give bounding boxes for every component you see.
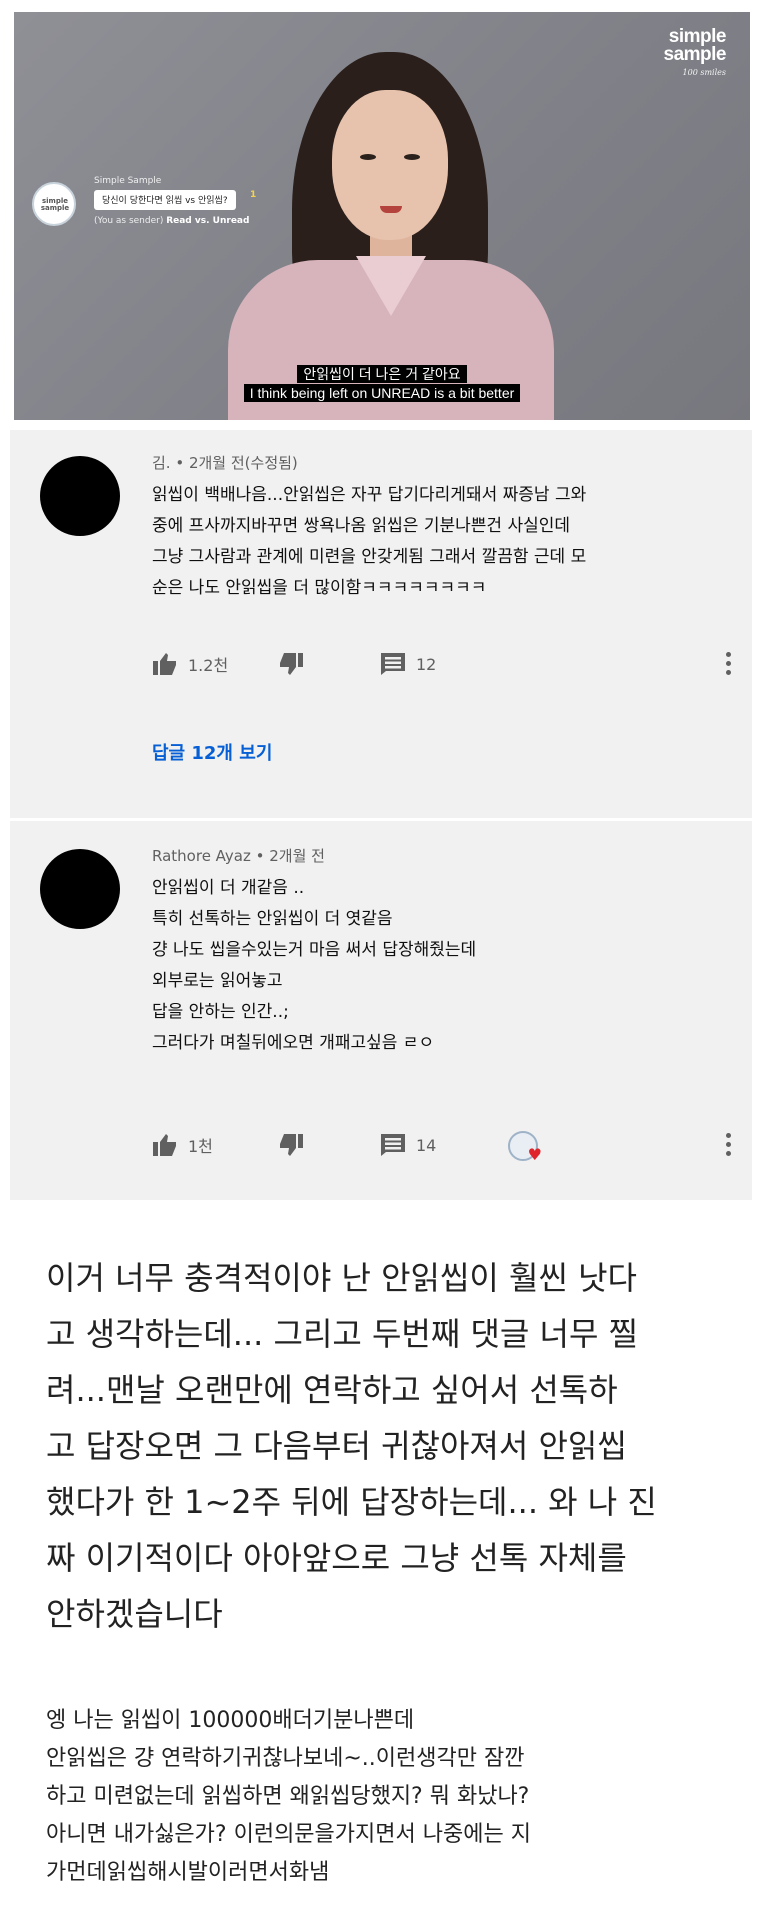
comment-line: 순은 나도 안읽씹을 더 많이함ㅋㅋㅋㅋㅋㅋㅋㅋ — [152, 578, 487, 598]
comment-body: 안읽씹이 더 개같음 .. 특히 선톡하는 안읽씹이 더 엿같음 걍 나도 씹을… — [152, 873, 742, 1059]
comment-body: 읽씹이 백배나음...안읽씹은 자꾸 답기다리게돼서 짜증남 그와 중에 프사까… — [152, 480, 742, 604]
avatar[interactable] — [40, 849, 120, 929]
like-count: 1천 — [188, 1137, 213, 1156]
more-icon[interactable] — [726, 1133, 732, 1159]
avatar[interactable] — [40, 456, 120, 536]
sub-caption-prefix: (You as sender) — [94, 216, 167, 226]
post-line: 이거 너무 충격적이야 난 안읽씹이 훨씬 낫다 — [46, 1259, 637, 1297]
view-replies-link[interactable]: 답글 12개 보기 — [152, 739, 272, 765]
post-line: 려...맨날 오랜만에 연락하고 싶어서 선톡하 — [46, 1371, 618, 1409]
post-main-text: 이거 너무 충격적이야 난 안읽씹이 훨씬 낫다 고 생각하는데... 그리고 … — [46, 1250, 736, 1642]
creator-heart-icon: ♥ — [508, 1131, 542, 1163]
like-icon — [152, 1133, 178, 1157]
comment-line: 걍 나도 씹을수있는거 마음 써서 답장해줬는데 — [152, 940, 477, 960]
reply-button[interactable]: 12 — [380, 652, 436, 676]
reply-line: 하고 미련없는데 읽씹하면 왜읽씹당했지? 뭐 화났나? — [46, 1784, 530, 1809]
channel-name: Simple Sample — [94, 176, 162, 186]
comment-line: 읽씹이 백배나음...안읽씹은 자꾸 답기다리게돼서 짜증남 그와 — [152, 485, 587, 505]
comment-line: 그냥 그사람과 관계에 미련을 안갖게됨 그래서 깔끔함 근데 모 — [152, 547, 587, 567]
post-line: 했다가 한 1~2주 뒤에 답장하는데... 와 나 진 — [46, 1483, 657, 1521]
more-icon[interactable] — [726, 652, 732, 678]
post-line: 안하겠습니다 — [46, 1595, 223, 1633]
comment-meta: Rathore Ayaz • 2개월 전 — [152, 847, 325, 865]
comment-line: 그러다가 며칠뒤에오면 개패고싶음 ㄹㅇ — [152, 1033, 435, 1053]
comment-time[interactable]: 2개월 전(수정됨) — [189, 454, 298, 472]
comment-item: Rathore Ayaz • 2개월 전 안읽씹이 더 개같음 .. 특히 선톡… — [10, 821, 752, 1200]
comment-author[interactable]: Rathore Ayaz — [152, 847, 251, 865]
comment-line: 특히 선톡하는 안읽씹이 더 엿같음 — [152, 909, 393, 929]
comment-actions: 1.2천 12 — [152, 652, 732, 682]
post-line: 짜 이기적이다 아아앞으로 그냥 선톡 자체를 — [46, 1539, 627, 1577]
brand-tagline: 100 smiles — [682, 68, 726, 77]
post-line: 고 생각하는데... 그리고 두번째 댓글 너무 찔 — [46, 1315, 639, 1353]
video-subtitle: 안읽씹이 더 나은 거 같아요 I think being left on UN… — [14, 364, 750, 402]
person-face — [332, 90, 448, 240]
video-frame[interactable]: simple sample 100 smiles simple sample S… — [14, 12, 750, 420]
question-bubble: 당신이 당한다면 읽씹 vs 안읽씹? — [94, 190, 236, 210]
comment-line: 답을 안하는 인간..; — [152, 1002, 289, 1022]
channel-logo: simple sample — [32, 182, 76, 226]
comment-actions: 1천 14 ♥ — [152, 1131, 732, 1163]
like-button[interactable]: 1.2천 — [152, 652, 228, 676]
comment-section: 김. • 2개월 전(수정됨) 읽씹이 백배나음...안읽씹은 자꾸 답기다리게… — [10, 430, 752, 1200]
comment-line: 외부로는 읽어놓고 — [152, 971, 283, 991]
post-line: 고 답장오면 그 다음부터 귀찮아져서 안읽씹 — [46, 1427, 627, 1465]
dislike-icon — [278, 652, 304, 676]
comment-line: 안읽씹이 더 개같음 .. — [152, 878, 305, 898]
reply-count: 14 — [416, 1135, 437, 1155]
channel-logo-text: simple sample — [40, 197, 70, 212]
like-button[interactable]: 1천 — [152, 1133, 213, 1157]
comment-icon — [380, 1133, 406, 1157]
like-count: 1.2천 — [188, 656, 229, 675]
post-reply-text: 엥 나는 읽씹이 100000배더기분나쁜데 안읽씹은 걍 연락하기귀찮나보네~… — [46, 1702, 736, 1892]
reply-line: 엥 나는 읽씹이 100000배더기분나쁜데 — [46, 1708, 415, 1733]
dislike-icon — [278, 1133, 304, 1157]
reply-line: 아니면 내가싫은가? 이런의문을가지면서 나중에는 지 — [46, 1822, 531, 1847]
dislike-button[interactable] — [278, 652, 304, 676]
comment-item: 김. • 2개월 전(수정됨) 읽씹이 백배나음...안읽씹은 자꾸 답기다리게… — [10, 430, 752, 818]
brand-line2: sample — [663, 44, 727, 65]
lower-third-card: simple sample Simple Sample 당신이 당한다면 읽씹 … — [22, 170, 262, 250]
reply-line: 안읽씹은 걍 연락하기귀찮나보네~..이런생각만 잠깐 — [46, 1746, 525, 1771]
reply-line: 가먼데읽씹해시발이러면서화냄 — [46, 1860, 330, 1885]
badge-count: 1 — [250, 190, 257, 200]
sub-caption-bold: Read vs. Unread — [166, 216, 250, 226]
reply-button[interactable]: 14 — [380, 1133, 436, 1157]
comment-line: 중에 프사까지바꾸면 쌍욕나옴 읽씹은 기분나쁜건 사실인데 — [152, 516, 571, 536]
like-icon — [152, 652, 178, 676]
person-mouth — [380, 206, 402, 213]
reply-count: 12 — [416, 654, 437, 674]
sub-caption: (You as sender) Read vs. Unread — [94, 216, 249, 226]
person-eye — [360, 154, 376, 160]
subtitle-english: I think being left on UNREAD is a bit be… — [243, 384, 521, 402]
dislike-button[interactable] — [278, 1133, 304, 1157]
comment-time[interactable]: 2개월 전 — [269, 847, 325, 865]
subtitle-korean: 안읽씹이 더 나은 거 같아요 — [297, 365, 467, 383]
comment-icon — [380, 652, 406, 676]
comment-meta: 김. • 2개월 전(수정됨) — [152, 454, 298, 472]
comment-author[interactable]: 김. — [152, 454, 171, 472]
brand-logo: simple sample 100 smiles — [663, 27, 727, 77]
person-eye — [404, 154, 420, 160]
